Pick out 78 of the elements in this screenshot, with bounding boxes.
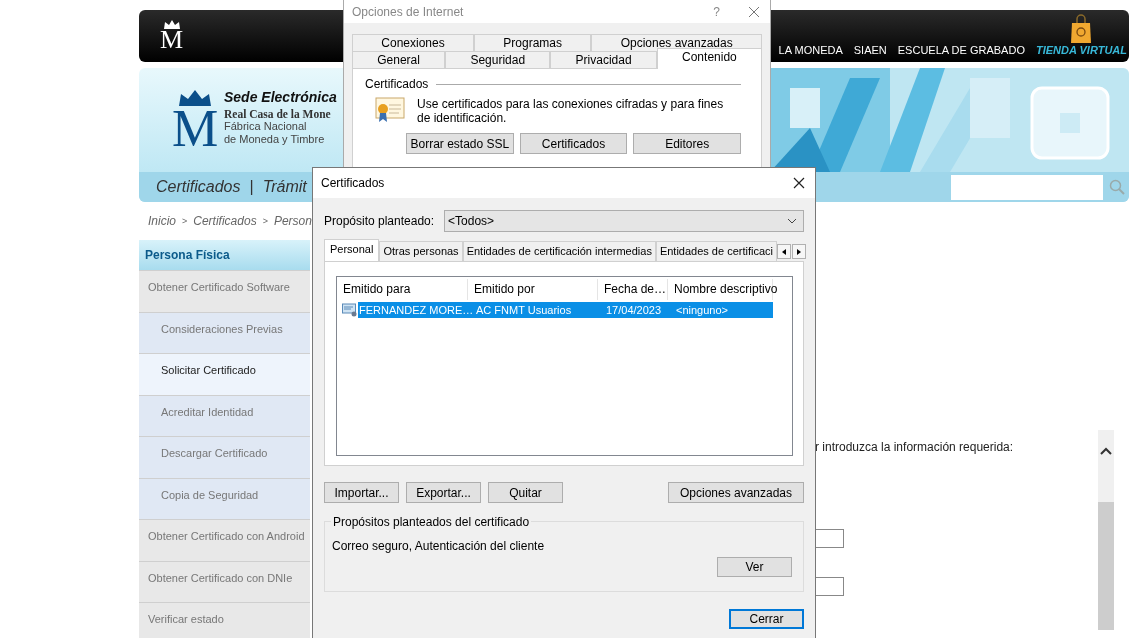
table-cell: <ninguno>: [676, 304, 728, 316]
sidebar-heading: Persona Física: [139, 240, 310, 270]
button[interactable]: Certificados: [519, 133, 628, 154]
view-button[interactable]: Ver: [717, 557, 792, 577]
tab[interactable]: General: [352, 51, 446, 68]
table-cell: AC FNMT Usuarios: [476, 304, 572, 316]
organization-subtitle: de Moneda y Timbre: [224, 132, 326, 146]
button[interactable]: Importar...: [324, 482, 399, 503]
input-field[interactable]: [815, 577, 844, 596]
breadcrumb-separator: >: [182, 216, 188, 226]
logo-letter: M: [171, 107, 219, 151]
tab[interactable]: Programas: [474, 34, 592, 51]
chevron-down-icon[interactable]: [787, 218, 797, 224]
sidebar-item[interactable]: Obtener Certificado con DNIe: [139, 560, 310, 602]
sidebar-item[interactable]: Verificar estado: [139, 602, 310, 638]
advanced-options-button[interactable]: Opciones avanzadas: [668, 482, 804, 503]
search-field[interactable]: [951, 174, 1103, 200]
scroll-up-icon[interactable]: [1100, 447, 1112, 455]
description-text: Use certificados para las conexiones cifradas y para fines de identificación.: [417, 97, 725, 125]
certificate-icon: [375, 97, 405, 123]
tab[interactable]: Personal: [324, 239, 380, 261]
close-button[interactable]: Cerrar: [729, 609, 804, 629]
column-header[interactable]: Fecha de…: [598, 279, 668, 300]
scroll-right-button[interactable]: [792, 244, 806, 259]
sidebar-item[interactable]: Consideraciones Previas: [139, 311, 310, 353]
close-icon[interactable]: [793, 177, 805, 189]
breadcrumb-separator: >: [262, 216, 268, 226]
tab[interactable]: Conexiones: [352, 34, 474, 51]
purpose-dropdown[interactable]: <Todos>: [444, 210, 804, 232]
table-cell: 17/04/2023: [606, 304, 662, 316]
purposes-text: Correo seguro, Autenticación del cliente: [332, 539, 546, 553]
crown-icon: [162, 20, 181, 30]
scroll-left-button[interactable]: [777, 244, 791, 259]
nav-link[interactable]: LA MONEDA: [778, 44, 843, 56]
separator: |: [249, 178, 254, 196]
window-title: Certificados: [321, 176, 386, 190]
store-link[interactable]: TIENDA VIRTUAL: [1035, 44, 1127, 56]
breadcrumb-link[interactable]: Certificados: [193, 214, 257, 228]
column-header[interactable]: Emitido para: [337, 279, 468, 300]
button[interactable]: Quitar: [488, 482, 563, 503]
menu-link[interactable]: Trámit: [262, 178, 307, 196]
breadcrumb-link[interactable]: Person: [273, 214, 312, 228]
button[interactable]: Editores: [633, 133, 741, 154]
logo-letter: M: [160, 28, 184, 52]
tab[interactable]: Contenido: [656, 48, 762, 69]
field-label: Propósito planteado:: [324, 214, 435, 228]
tab[interactable]: Seguridad: [445, 51, 551, 68]
sidebar-item[interactable]: Obtener Certificado con Android: [139, 519, 310, 561]
button[interactable]: Exportar...: [406, 482, 481, 503]
input-field[interactable]: [815, 529, 844, 548]
nav-link[interactable]: SIAEN: [853, 44, 887, 56]
sidebar-item[interactable]: Copia de Seguridad: [139, 477, 310, 519]
column-header[interactable]: Emitido por: [468, 279, 598, 300]
scrollbar-thumb[interactable]: [1098, 502, 1114, 630]
button[interactable]: Borrar estado SSL: [406, 133, 514, 154]
crown-icon: [177, 89, 213, 107]
certificate-icon: [342, 303, 357, 317]
nav-link[interactable]: ESCUELA DE GRABADO: [897, 44, 1025, 56]
sidebar-item[interactable]: Descargar Certificado: [139, 436, 310, 478]
organization-name: Real Casa de la Mone: [224, 107, 332, 120]
group-label: Certificados: [365, 77, 429, 91]
scrollbar[interactable]: [1098, 430, 1114, 630]
shopping-bag-icon[interactable]: [1070, 14, 1093, 44]
table-cell: FERNANDEZ MORE…: [359, 304, 474, 316]
help-button[interactable]: ?: [713, 4, 720, 19]
group-label: Propósitos planteados del certificado: [331, 515, 532, 529]
organization-subtitle: Fábrica Nacional: [224, 119, 308, 133]
sidebar-item[interactable]: Obtener Certificado Software: [139, 270, 310, 312]
left-arrow-icon[interactable]: [782, 248, 786, 255]
right-arrow-icon[interactable]: [797, 248, 801, 255]
menu-link[interactable]: Certificados: [156, 178, 241, 196]
window-title: Opciones de Internet: [352, 4, 465, 19]
instruction-text: r introduzca la información requerida:: [815, 440, 1015, 454]
site-title: Sede Electrónica: [224, 88, 337, 105]
tab[interactable]: Privacidad: [550, 51, 657, 68]
sidebar-item[interactable]: Solicitar Certificado: [139, 353, 310, 395]
sidebar-item[interactable]: Acreditar Identidad: [139, 394, 310, 436]
breadcrumb-link[interactable]: Inicio: [148, 214, 176, 228]
